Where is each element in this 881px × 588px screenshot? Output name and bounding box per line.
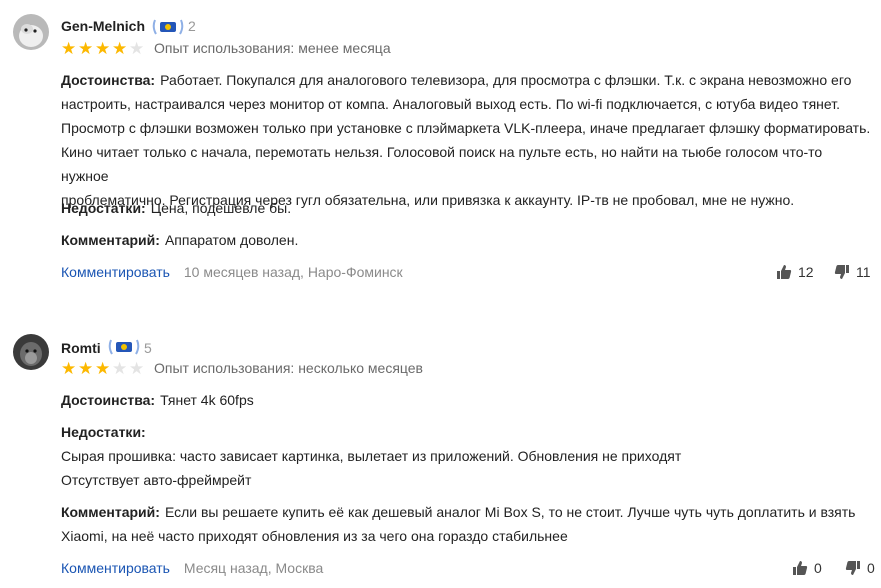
star-empty-icon: ★ xyxy=(129,39,145,58)
dislike-count: 0 xyxy=(867,560,875,576)
expert-badge-icon xyxy=(108,339,140,355)
username[interactable]: Gen-Melnich xyxy=(61,18,145,34)
usage-experience: Опыт использования: менее месяца xyxy=(154,40,391,56)
comment-link[interactable]: Комментировать xyxy=(61,560,170,576)
review-card: Gen-Melnich 2 ★ ★ ★ ★ ★ Опыт использован… xyxy=(0,0,881,300)
review-meta: Месяц назад, Москва xyxy=(183,560,324,576)
badge-count: 5 xyxy=(144,340,152,356)
pros-line: Просмотр с флэшки возможен только при ус… xyxy=(61,120,871,136)
rating-stars: ★ ★ ★ ★ ★ xyxy=(61,40,145,57)
comment-line: Если вы решаете купить её как дешевый ан… xyxy=(164,504,856,520)
comment-link[interactable]: Комментировать xyxy=(61,264,170,280)
star-filled-icon: ★ xyxy=(78,359,94,378)
thumbs-down-icon xyxy=(834,265,849,279)
pros-line: Кино читает только с начала, перемотать … xyxy=(61,144,823,184)
star-filled-icon: ★ xyxy=(61,359,77,378)
like-count: 0 xyxy=(814,560,822,576)
username[interactable]: Romti xyxy=(61,340,101,356)
cons-section: Недостатки: Сырая прошивка: часто зависа… xyxy=(61,420,873,492)
comment-label: Комментарий: xyxy=(61,232,160,248)
pros-label: Достоинства: xyxy=(61,392,156,408)
review-footer: Комментировать 10 месяцев назад, Наро-Фо… xyxy=(61,264,403,280)
badge-count: 2 xyxy=(188,18,196,34)
usage-experience: Опыт использования: несколько месяцев xyxy=(154,360,423,376)
comment-section: Комментарий: Аппаратом доволен. xyxy=(61,228,873,252)
rating-stars: ★ ★ ★ ★ ★ xyxy=(61,360,145,377)
dislike-count: 11 xyxy=(856,264,871,280)
like-count: 12 xyxy=(798,264,814,280)
pros-text: Тянет 4k 60fps xyxy=(160,392,254,408)
star-filled-icon: ★ xyxy=(95,39,111,58)
star-filled-icon: ★ xyxy=(95,359,111,378)
cons-line: Сырая прошивка: часто зависает картинка,… xyxy=(61,448,682,464)
like-button[interactable]: 0 xyxy=(792,560,822,576)
pros-label: Достоинства: xyxy=(61,72,156,88)
cons-line: Отсутствует авто-фреймрейт xyxy=(61,472,252,488)
avatar[interactable] xyxy=(13,14,49,50)
thumbs-down-icon xyxy=(845,561,860,575)
star-filled-icon: ★ xyxy=(112,39,128,58)
like-button[interactable]: 12 xyxy=(776,264,814,280)
thumbs-up-icon xyxy=(777,265,792,279)
thumbs-up-icon xyxy=(793,561,808,575)
avatar[interactable] xyxy=(13,334,49,370)
cons-section: Недостатки: Цена, подешевле бы. xyxy=(61,196,873,220)
pros-line: настроить, настраивался через монитор от… xyxy=(61,96,840,112)
review-card: Romti 5 ★ ★ ★ ★ ★ Опыт использования: не… xyxy=(0,322,881,588)
review-footer: Комментировать Месяц назад, Москва xyxy=(61,560,323,576)
pros-section: Достоинства: Тянет 4k 60fps xyxy=(61,388,873,412)
cons-label: Недостатки: xyxy=(61,424,146,440)
pros-section: Достоинства: Работает. Покупался для анал… xyxy=(61,68,873,212)
star-empty-icon: ★ xyxy=(112,359,128,378)
review-meta: 10 месяцев назад, Наро-Фоминск xyxy=(183,264,403,280)
comment-line: Xiaomi, на неё часто приходят обновления… xyxy=(61,528,568,544)
star-filled-icon: ★ xyxy=(61,39,77,58)
dislike-button[interactable]: 0 xyxy=(845,560,875,576)
pros-line: Работает. Покупался для аналогового теле… xyxy=(160,72,852,88)
expert-badge-icon xyxy=(152,19,184,35)
cons-label: Недостатки: xyxy=(61,200,146,216)
comment-section: Комментарий: Если вы решаете купить её ка… xyxy=(61,500,873,548)
comment-label: Комментарий: xyxy=(61,504,160,520)
dislike-button[interactable]: 11 xyxy=(834,264,871,280)
star-filled-icon: ★ xyxy=(78,39,94,58)
cons-text: Цена, подешевле бы. xyxy=(150,200,292,216)
comment-text: Аппаратом доволен. xyxy=(164,232,299,248)
star-empty-icon: ★ xyxy=(129,359,145,378)
